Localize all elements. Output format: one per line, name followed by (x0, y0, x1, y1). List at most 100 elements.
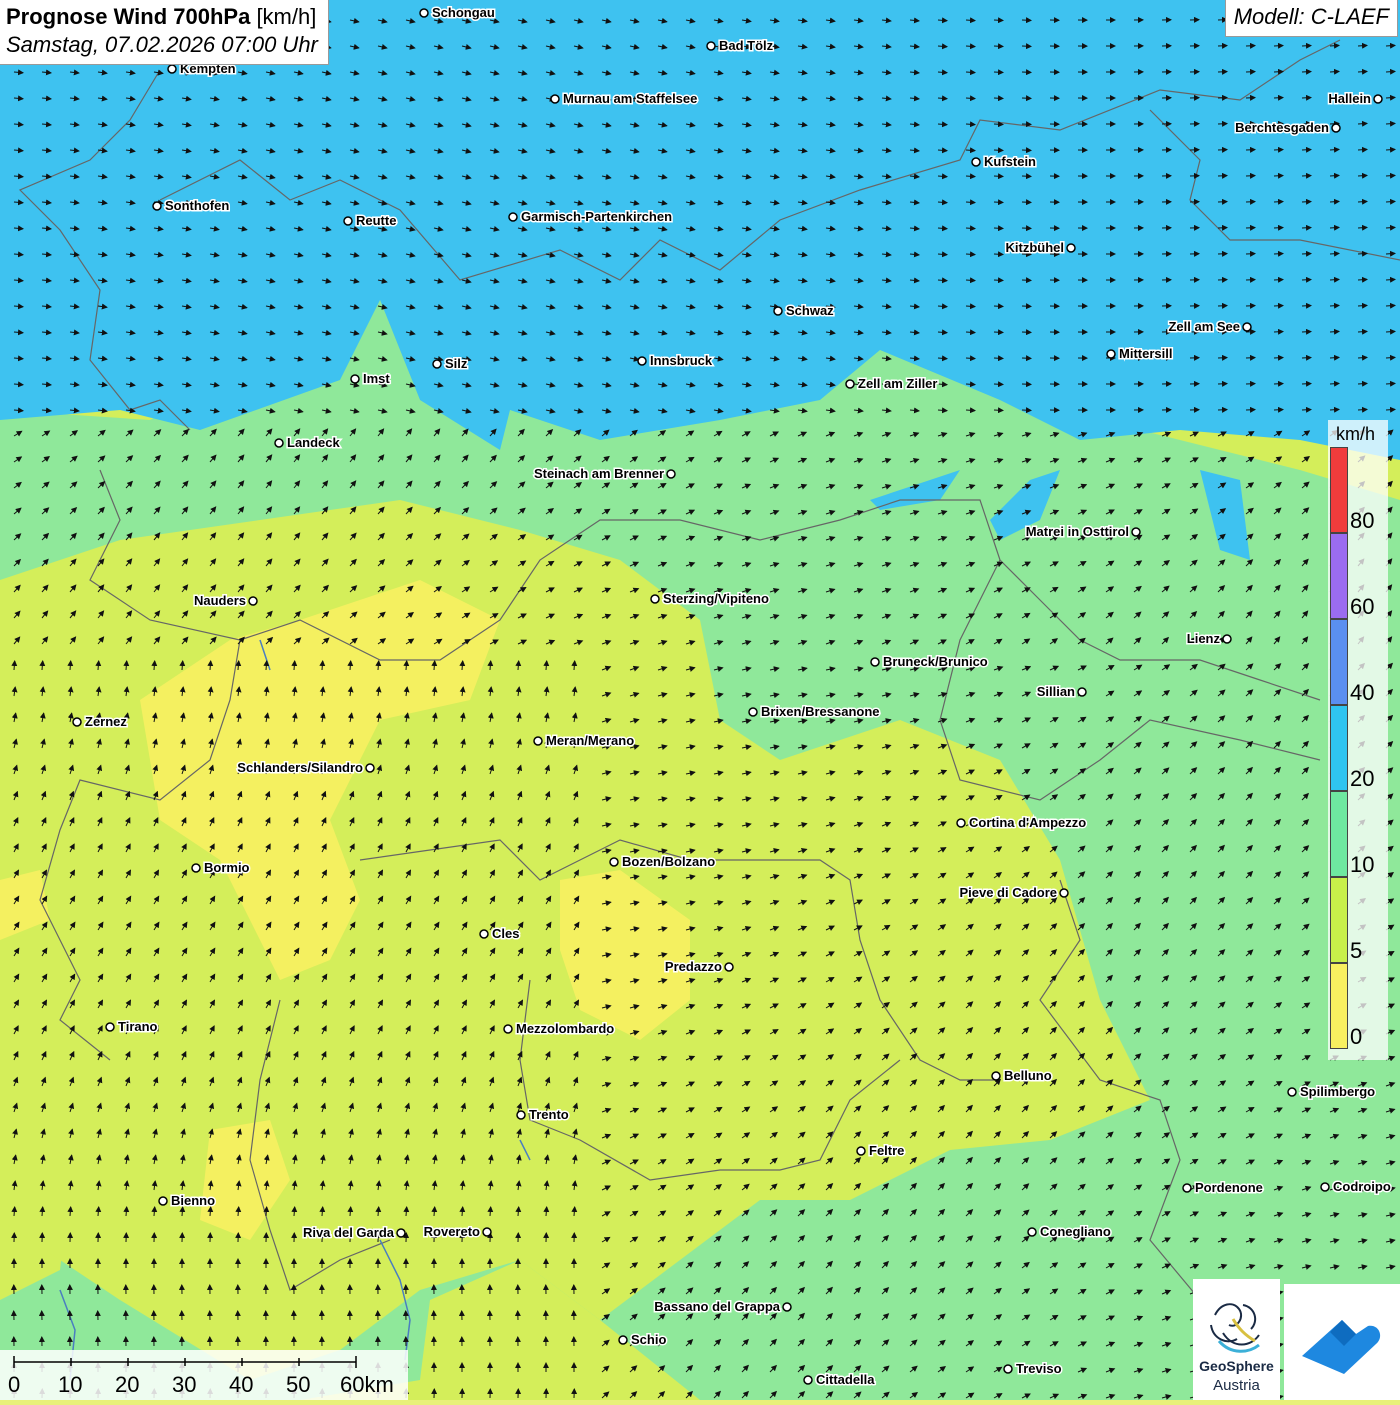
wind-arrow (1302, 72, 1311, 73)
city-marker[interactable]: Brixen/Bressanone (749, 704, 880, 719)
wind-arrow (938, 20, 947, 21)
wind-arrow (574, 661, 575, 670)
city-label: Bassano del Grappa (654, 1299, 780, 1314)
wind-arrow (406, 661, 407, 670)
city-marker[interactable]: Zell am Ziller (846, 376, 937, 391)
color-legend: km/h 80 60 40 20 10 5 0 (1328, 420, 1388, 1060)
city-marker[interactable]: Bozen/Bolzano (610, 854, 715, 869)
city-label: Tirano (118, 1019, 158, 1034)
wind-arrow (1358, 45, 1367, 46)
city-label: Conegliano (1040, 1224, 1111, 1239)
scale-label: 60km (340, 1372, 394, 1398)
city-marker[interactable]: Berchtesgaden (1235, 120, 1340, 135)
wind-arrow (154, 661, 155, 670)
geosphere-logo[interactable]: GeoSphere Austria (1193, 1279, 1280, 1400)
city-marker[interactable]: Pordenone (1183, 1180, 1263, 1195)
legend-swatch-40-60 (1330, 533, 1348, 619)
city-marker[interactable]: Meran/Merano (534, 733, 634, 748)
wind-arrow (1302, 176, 1311, 177)
city-marker[interactable]: Garmisch-Partenkirchen (509, 209, 672, 224)
wind-arrow (378, 661, 379, 670)
wind-arrow (1358, 227, 1367, 228)
wind-arrow (994, 150, 1003, 151)
cloud-arrow-icon (1284, 1284, 1400, 1400)
map-title: Prognose Wind 700hPa [km/h] (6, 4, 318, 30)
wind-arrow (1302, 332, 1311, 333)
wind-arrow (378, 1207, 379, 1216)
city-label: Sterzing/Vipiteno (663, 591, 769, 606)
wind-arrow (1358, 201, 1367, 202)
city-dot (351, 375, 359, 383)
city-marker[interactable]: Innsbruck (638, 353, 713, 368)
city-marker[interactable]: Riva del Garda (303, 1225, 405, 1240)
city-dot (517, 1111, 525, 1119)
wind-arrow (938, 202, 947, 203)
wind-arrow (406, 1207, 407, 1216)
city-dot (1004, 1365, 1012, 1373)
wind-arrow (1302, 358, 1311, 359)
city-label: Predazzo (665, 959, 722, 974)
city-marker[interactable]: Murnau am Staffelsee (551, 91, 697, 106)
city-marker[interactable]: Mezzolombardo (504, 1021, 614, 1036)
weather-app-logo[interactable] (1284, 1284, 1400, 1400)
city-label: Rovereto (424, 1224, 480, 1239)
legend-label: 5 (1350, 938, 1362, 964)
city-marker[interactable]: Conegliano (1028, 1224, 1111, 1239)
city-marker[interactable]: Bruneck/Brunico (871, 654, 988, 669)
geosphere-swirl-icon (1193, 1285, 1280, 1365)
legend-swatch-0-5 (1330, 877, 1348, 963)
scale-label: 10 (58, 1372, 82, 1398)
wind-arrow (938, 306, 947, 307)
city-marker[interactable]: Pieve di Cadore (959, 885, 1068, 900)
wind-arrow (938, 150, 947, 151)
city-label: Cles (492, 926, 519, 941)
legend-label: 40 (1350, 680, 1374, 706)
city-label: Schlanders/Silandro (237, 760, 363, 775)
city-dot (857, 1147, 865, 1155)
wind-arrow (1330, 227, 1339, 228)
wind-arrow (938, 280, 947, 281)
wind-arrow (98, 661, 99, 670)
wind-arrow (154, 1207, 155, 1216)
city-label: Meran/Merano (546, 733, 634, 748)
city-marker[interactable]: Bassano del Grappa (654, 1299, 791, 1314)
wind-arrow (1358, 149, 1367, 150)
wind-arrow (994, 306, 1003, 307)
wind-arrow (994, 20, 1003, 21)
city-marker[interactable]: Cortina d'Ampezzo (957, 815, 1086, 830)
wind-arrow (1302, 410, 1311, 411)
wind-arrow (546, 1207, 547, 1216)
wind-arrow (1302, 280, 1311, 281)
city-marker[interactable]: Schlanders/Silandro (237, 760, 374, 775)
scale-label: 0 (8, 1372, 20, 1398)
wind-arrow (966, 46, 975, 47)
wind-arrow (994, 72, 1003, 73)
city-marker[interactable]: Matrei in Osttirol (1026, 524, 1140, 539)
city-marker[interactable]: Spilimbergo (1288, 1084, 1375, 1099)
city-marker[interactable]: Sterzing/Vipiteno (651, 591, 769, 606)
city-marker[interactable]: Sonthofen (153, 198, 229, 213)
wind-arrow (434, 661, 435, 670)
city-dot (509, 213, 517, 221)
wind-arrow (294, 661, 295, 670)
city-marker[interactable]: Schongau (420, 5, 495, 20)
wind-arrow (1330, 201, 1339, 202)
city-label: Trento (529, 1107, 569, 1122)
city-dot (846, 380, 854, 388)
wind-arrow (238, 1207, 239, 1216)
city-dot (504, 1025, 512, 1033)
city-marker[interactable]: Steinach am Brenner (534, 466, 675, 481)
wind-arrow (1302, 202, 1311, 203)
city-label: Silz (445, 356, 468, 371)
city-dot (1374, 95, 1382, 103)
wind-arrow (966, 20, 975, 21)
wind-arrow (1330, 409, 1339, 410)
city-label: Steinach am Brenner (534, 466, 664, 481)
city-marker[interactable]: Zell am See (1168, 319, 1251, 334)
wind-arrow (1386, 149, 1395, 150)
city-dot (153, 202, 161, 210)
wind-arrow (1386, 71, 1395, 72)
city-dot (168, 65, 176, 73)
wind-arrow (462, 1207, 463, 1216)
wind-arrow (1358, 279, 1367, 280)
